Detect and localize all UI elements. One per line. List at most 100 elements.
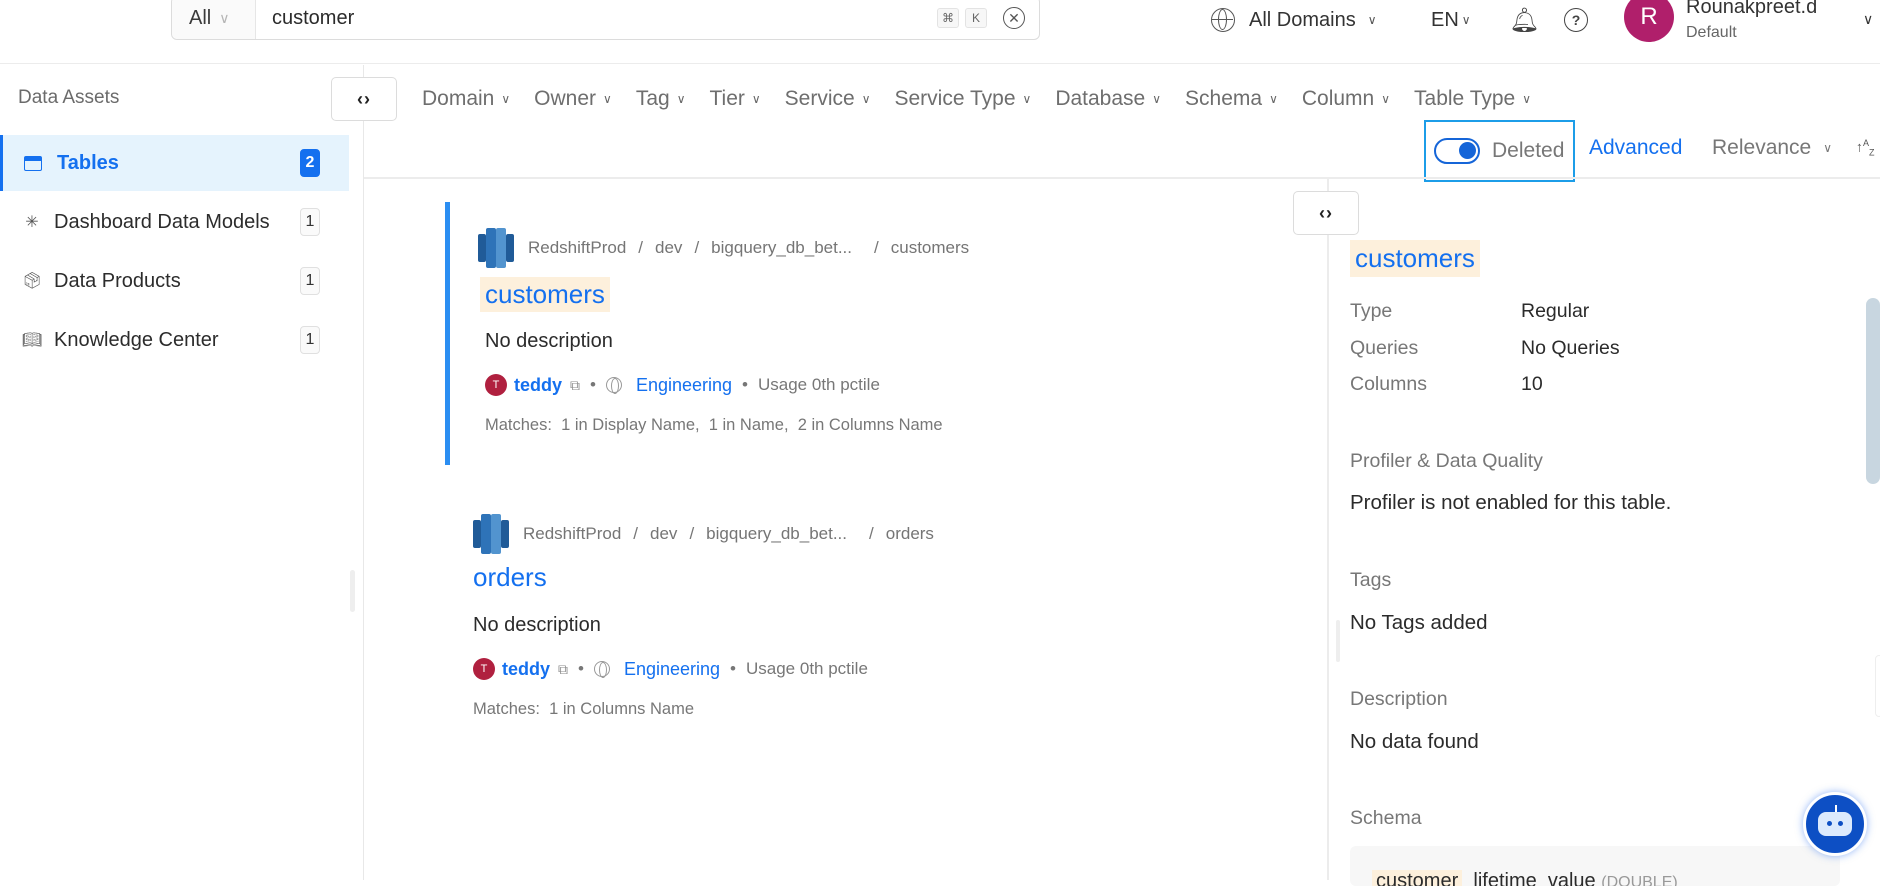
- profiler-label: Profiler & Data Quality: [1350, 450, 1543, 472]
- domain-link[interactable]: Engineering: [624, 659, 720, 680]
- filter-label: Table Type: [1414, 87, 1516, 110]
- domain-link[interactable]: Engineering: [636, 375, 732, 396]
- sidebar-item-label: Tables: [57, 151, 119, 174]
- clear-search-icon[interactable]: ✕: [1003, 7, 1025, 29]
- command-key-icon: ⌘: [937, 8, 959, 28]
- filter-database[interactable]: Database ∨: [1055, 87, 1161, 111]
- user-name[interactable]: Rounakpreet.d: [1686, 0, 1817, 19]
- filter-service[interactable]: Service ∨: [785, 87, 871, 111]
- data-assets-sidebar: Data Assets Tables 2 ✳ Dashboard Data Mo…: [0, 65, 364, 880]
- result-title[interactable]: orders: [468, 560, 552, 595]
- separator-dot: •: [742, 375, 748, 394]
- user-avatar[interactable]: R: [1624, 0, 1674, 42]
- chatbot-button[interactable]: [1803, 792, 1867, 856]
- help-icon: ?: [1564, 8, 1588, 32]
- breadcrumb-database[interactable]: dev: [655, 238, 682, 258]
- schema-column-highlight: customer: [1372, 870, 1463, 886]
- chevron-down-icon: ∨: [219, 9, 230, 26]
- result-matches: Matches: 1 in Display Name, 1 in Name, 2…: [485, 416, 943, 434]
- result-matches: Matches: 1 in Columns Name: [473, 700, 695, 718]
- user-menu-toggle[interactable]: ∨: [1855, 2, 1873, 36]
- breadcrumb-separator: /: [633, 524, 639, 543]
- panel-resize-handle[interactable]: [1336, 620, 1340, 662]
- sort-order-icon[interactable]: ↑AZ: [1856, 138, 1875, 157]
- description-label: Description: [1350, 688, 1448, 710]
- notifications-button[interactable]: 🔔︎: [1509, 0, 1539, 40]
- sidebar-title: Data Assets: [18, 87, 120, 108]
- redshift-icon: [478, 228, 514, 268]
- breadcrumb-separator: /: [694, 238, 700, 257]
- sidebar-item-data-products[interactable]: 📦︎ Data Products 1: [0, 253, 349, 309]
- panel-scrollbar[interactable]: [1866, 298, 1880, 484]
- breadcrumb-separator: /: [689, 524, 695, 543]
- filter-tag[interactable]: Tag ∨: [636, 87, 686, 111]
- deleted-toggle[interactable]: [1434, 138, 1480, 164]
- sidebar-item-tables[interactable]: Tables 2: [0, 135, 349, 191]
- domain-selector[interactable]: All Domains ∨: [1211, 0, 1377, 40]
- language-selector[interactable]: EN ∨: [1431, 0, 1471, 40]
- sidebar-item-count: 1: [300, 326, 320, 354]
- result-description: No description: [485, 330, 613, 352]
- chevron-down-icon: ∨: [676, 92, 686, 106]
- edge-tab[interactable]: [1875, 655, 1880, 717]
- code-brackets-icon: ‹›: [357, 88, 371, 109]
- globe-icon: [605, 377, 622, 394]
- chevron-down-icon: ∨: [1367, 13, 1377, 27]
- search-scope-dropdown[interactable]: All ∨: [172, 0, 256, 39]
- filter-label: Owner: [534, 87, 597, 110]
- deleted-label: Deleted: [1492, 139, 1565, 162]
- filter-column[interactable]: Column ∨: [1302, 87, 1390, 111]
- sidebar-item-label: Data Products: [54, 269, 181, 292]
- user-type-icon: ⧉: [558, 660, 569, 677]
- chevron-down-icon: ∨: [1269, 92, 1278, 106]
- filter-table-type[interactable]: Table Type ∨: [1414, 87, 1531, 111]
- collapse-sidebar-button[interactable]: ‹›: [331, 77, 397, 121]
- owner-link[interactable]: teddy: [514, 375, 562, 396]
- usage-text: Usage 0th pctile: [758, 375, 880, 394]
- usage-text: Usage 0th pctile: [746, 659, 868, 678]
- filter-service-type[interactable]: Service Type ∨: [895, 87, 1032, 111]
- filter-schema[interactable]: Schema ∨: [1185, 87, 1278, 111]
- chevron-down-icon: ∨: [1863, 10, 1874, 27]
- prop-type-value: Regular: [1521, 300, 1590, 322]
- schema-column-row[interactable]: customer _lifetime_value (DOUBLE): [1372, 870, 1678, 886]
- breadcrumb-schema[interactable]: bigquery_db_bet...: [711, 238, 852, 258]
- breadcrumb-service[interactable]: RedshiftProd: [523, 524, 621, 544]
- sidebar-item-count: 1: [300, 208, 320, 236]
- filter-label: Tag: [635, 87, 670, 110]
- search-bar: All ∨ ⌘ K ✕: [171, 0, 1040, 40]
- owner-link[interactable]: teddy: [502, 659, 550, 680]
- sort-field-dropdown[interactable]: Relevance ∨: [1712, 136, 1832, 160]
- panel-divider: [1327, 179, 1329, 880]
- result-title[interactable]: customers: [480, 277, 610, 312]
- filter-owner[interactable]: Owner ∨: [534, 87, 612, 111]
- search-result-card[interactable]: RedshiftProd / dev / bigquery_db_bet... …: [445, 202, 1295, 465]
- separator-dot: •: [578, 659, 584, 678]
- breadcrumb-database[interactable]: dev: [650, 524, 677, 544]
- collapse-panel-button[interactable]: ‹›: [1293, 191, 1359, 235]
- schema-column-type: (DOUBLE): [1601, 874, 1678, 886]
- filter-label: Service: [784, 87, 855, 110]
- prop-columns-label: Columns: [1350, 373, 1427, 395]
- sidebar-item-dashboard-data-models[interactable]: ✳ Dashboard Data Models 1: [0, 194, 349, 250]
- filter-bar: Domain ∨ Owner ∨ Tag ∨ Tier ∨ Service ∨ Servi…: [422, 84, 1555, 114]
- search-result-card[interactable]: RedshiftProd / dev / bigquery_db_bet... …: [445, 500, 1295, 740]
- schema-label: Schema: [1350, 807, 1422, 829]
- tags-label: Tags: [1350, 569, 1392, 591]
- filter-domain[interactable]: Domain ∨: [422, 87, 510, 111]
- sidebar-item-label: Knowledge Center: [54, 328, 219, 351]
- search-input[interactable]: [256, 6, 937, 30]
- help-button[interactable]: ?: [1564, 0, 1588, 40]
- chevron-down-icon: ∨: [1152, 92, 1162, 106]
- breadcrumb-schema[interactable]: bigquery_db_bet...: [706, 524, 847, 544]
- filter-tier[interactable]: Tier ∨: [709, 87, 760, 111]
- sidebar-item-knowledge-center[interactable]: 📖︎ Knowledge Center 1: [0, 312, 349, 368]
- user-initial: R: [1640, 3, 1658, 30]
- data-product-icon: 📦︎: [21, 273, 43, 290]
- schema-column-name: _lifetime_value: [1462, 870, 1596, 886]
- advanced-search-button[interactable]: Advanced: [1589, 136, 1682, 160]
- breadcrumb-service[interactable]: RedshiftProd: [528, 238, 626, 258]
- sidebar-resize-handle[interactable]: [350, 570, 355, 612]
- prop-columns-value: 10: [1521, 373, 1543, 395]
- panel-title[interactable]: customers: [1350, 240, 1480, 277]
